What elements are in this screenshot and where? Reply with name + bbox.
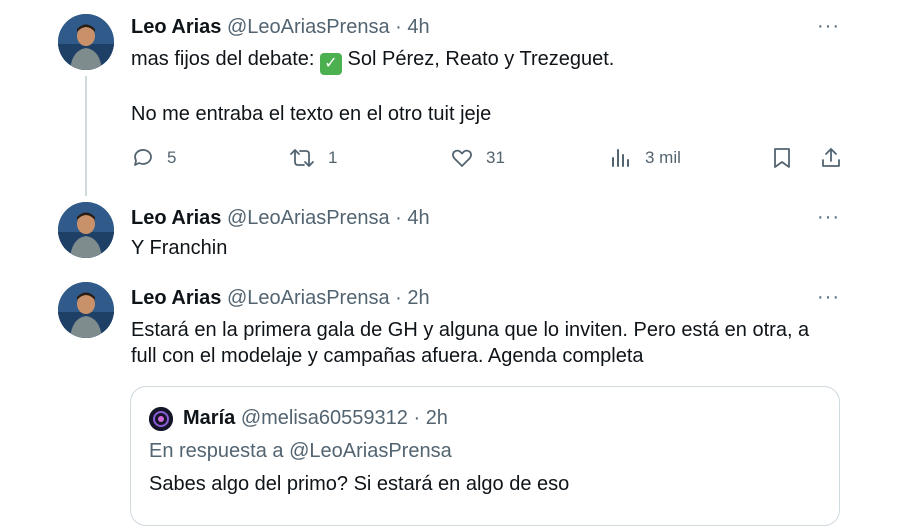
reply-button[interactable]: 5 (131, 146, 176, 170)
separator: · (389, 287, 408, 309)
quote-timestamp: 2h (425, 407, 448, 429)
share-icon (822, 148, 840, 167)
separator: · (407, 407, 426, 429)
quoted-tweet[interactable]: María @melisa60559312 · 2h En respuesta … (130, 386, 840, 526)
tweet-text: Y Franchin (131, 237, 228, 259)
timestamp[interactable]: 4h (407, 207, 429, 229)
text-segment: mas fijos del debate: (131, 48, 320, 70)
heart-icon (451, 149, 473, 167)
author-handle[interactable]: @LeoAriasPrensa (227, 207, 390, 229)
tweet-text-line-1: Estará en la primera gala de GH y alguna… (131, 319, 810, 341)
avatar-image (58, 202, 114, 258)
reply-prefix: En respuesta a (149, 440, 290, 462)
separator: · (389, 207, 408, 229)
quote-author-name: María (183, 407, 236, 429)
views-count: 3 mil (645, 148, 681, 167)
thread-line (85, 76, 87, 196)
avatar[interactable] (58, 202, 114, 258)
like-button[interactable]: 31 (450, 146, 505, 170)
reply-context: En respuesta a @LeoAriasPrensa (149, 440, 452, 463)
reply-count: 5 (167, 148, 177, 167)
timestamp[interactable]: 2h (407, 287, 429, 309)
reply-icon (134, 149, 152, 166)
retweet-icon (290, 149, 314, 167)
like-count: 31 (486, 148, 505, 167)
views-button[interactable]: 3 mil (609, 146, 681, 170)
author-handle[interactable]: @LeoAriasPrensa (227, 16, 390, 38)
tweet-header: Leo Arias @LeoAriasPrensa · 2h (131, 286, 430, 310)
reply-to-handle[interactable]: @LeoAriasPrensa (289, 440, 452, 462)
avatar-image (58, 14, 114, 70)
author-name[interactable]: Leo Arias (131, 207, 221, 229)
avatar[interactable] (58, 282, 114, 338)
author-name[interactable]: Leo Arias (131, 16, 221, 38)
more-options-icon[interactable]: ··· (817, 286, 840, 309)
avatar[interactable] (58, 14, 114, 70)
more-options-icon[interactable]: ··· (817, 15, 840, 38)
tweet-1[interactable]: Leo Arias @LeoAriasPrensa · 4h ··· mas f… (0, 0, 900, 200)
quote-avatar (149, 407, 173, 431)
quote-avatar-image (149, 407, 173, 431)
tweet-2[interactable]: Leo Arias @LeoAriasPrensa · 4h ··· Y Fra… (0, 200, 900, 280)
bookmark-button[interactable] (771, 146, 793, 170)
author-name[interactable]: Leo Arias (131, 287, 221, 309)
tweet-header: Leo Arias @LeoAriasPrensa · 4h (131, 206, 430, 230)
tweet-text-line-1: mas fijos del debate: ✓ Sol Pérez, Reato… (131, 45, 614, 75)
tweet-actions: 5 1 31 3 mil (131, 146, 843, 172)
views-icon (612, 149, 629, 167)
tweet-text-line-2: full con el modelaje y campañas afuera. … (131, 345, 644, 367)
text-segment: Sol Pérez, Reato y Trezeguet. (342, 48, 615, 70)
separator: · (389, 16, 408, 38)
avatar-image (58, 282, 114, 338)
tweet-text-line-2: No me entraba el texto en el otro tuit j… (131, 103, 492, 125)
author-handle[interactable]: @LeoAriasPrensa (227, 287, 390, 309)
bookmark-icon (774, 148, 790, 168)
share-button[interactable] (819, 146, 843, 170)
timestamp[interactable]: 4h (407, 16, 429, 38)
quote-text: Sabes algo del primo? Si estará en algo … (149, 473, 570, 495)
tweet-header: Leo Arias @LeoAriasPrensa · 4h (131, 15, 430, 39)
retweet-count: 1 (328, 148, 338, 167)
check-mark-icon: ✓ (320, 53, 342, 75)
quote-header: María @melisa60559312 · 2h (183, 406, 448, 430)
more-options-icon[interactable]: ··· (817, 206, 840, 229)
quote-author-handle: @melisa60559312 (240, 407, 408, 429)
retweet-button[interactable]: 1 (288, 146, 337, 170)
